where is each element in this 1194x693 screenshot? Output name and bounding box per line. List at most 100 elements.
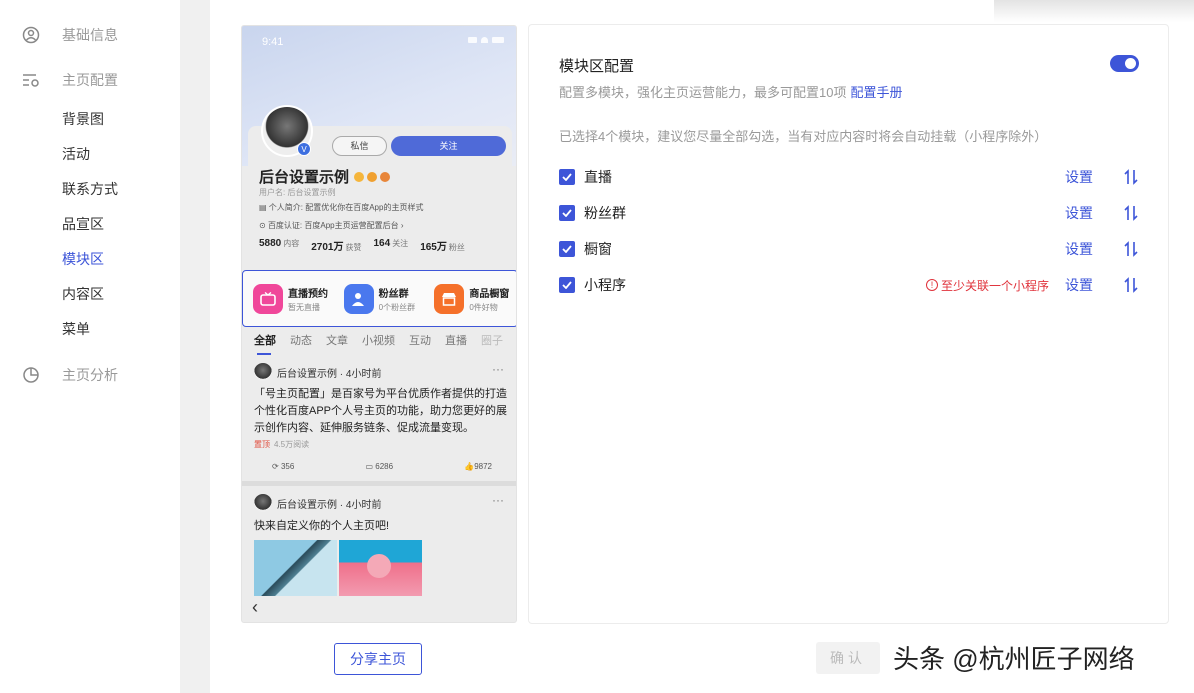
post-author: 后台设置示例 · 4小时前 xyxy=(277,368,382,380)
more-icon[interactable]: ··· xyxy=(492,362,504,376)
chevron-right-icon: › xyxy=(398,221,404,230)
sidebar-item-content[interactable]: 内容区 xyxy=(0,277,180,312)
checkbox[interactable] xyxy=(559,205,575,221)
checkbox[interactable] xyxy=(559,277,575,293)
nav-homepage-config[interactable]: 主页配置 xyxy=(0,57,180,102)
settings-link[interactable]: 设置 xyxy=(1065,239,1093,259)
stat-unit: 内容 xyxy=(283,239,300,248)
post-avatar xyxy=(254,363,272,381)
profile-intro-text: 个人简介: 配置优化你在百度App的主页样式 xyxy=(268,203,424,212)
module-shop[interactable]: 商品橱窗 0件好物 xyxy=(434,283,516,314)
stat-likes: 2701万 获赞 xyxy=(311,238,361,253)
stat-fans: 165万 粉丝 xyxy=(420,238,465,253)
sort-icon[interactable] xyxy=(1123,205,1139,221)
more-icon[interactable]: ··· xyxy=(492,493,504,507)
checkbox[interactable] xyxy=(559,241,575,257)
profile-stats: 5880 内容 2701万 获赞 164 关注 165万 粉丝 xyxy=(259,238,465,253)
sidebar-item-activity[interactable]: 活动 xyxy=(0,137,180,172)
row-label: 粉丝群 xyxy=(584,205,626,221)
panel-description-text: 配置多模块，强化主页运营能力，最多可配置10项 xyxy=(559,85,847,100)
post-divider xyxy=(242,481,516,486)
repost-icon: ⟳ xyxy=(272,462,281,471)
post1-actions: ⟳ 356 ▭ 6286 👍9872 xyxy=(272,462,492,471)
module-subtitle: 暂无直播 xyxy=(288,302,320,312)
share-homepage-button[interactable]: 分享主页 xyxy=(334,643,422,675)
shop-icon xyxy=(434,283,465,314)
module-row-mini-program: 小程序 ! 至少关联一个小程序 设置 xyxy=(559,275,1139,295)
thumb-up-icon: 👍 xyxy=(464,462,475,471)
post1-text: 「号主页配置」是百家号为平台优质作者提供的打造个性化百度APP个人号主页的功能，… xyxy=(254,388,508,434)
settings-link[interactable]: 设置 xyxy=(1065,203,1093,223)
tab-interaction[interactable]: 互动 xyxy=(409,332,431,348)
config-manual-link[interactable]: 配置手册 xyxy=(850,85,902,100)
stat-unit: 获赞 xyxy=(345,243,362,252)
message-button[interactable]: 私信 xyxy=(332,136,387,156)
post-image-detail xyxy=(367,554,391,578)
nav-homepage-analytics[interactable]: 主页分析 xyxy=(0,352,180,397)
follow-button[interactable]: 关注 xyxy=(391,136,506,156)
row-controls: ! 至少关联一个小程序 设置 xyxy=(925,275,1139,295)
sidebar-item-modules[interactable]: 模块区 xyxy=(0,242,180,277)
profile-intro: ▤ 个人简介: 配置优化你在百度App的主页样式 xyxy=(259,202,423,213)
battery-icon xyxy=(492,37,504,43)
post1-header: 后台设置示例 · 4小时前 xyxy=(254,363,381,381)
stat-content: 5880 内容 xyxy=(259,238,299,253)
sidebar-item-brand[interactable]: 品宣区 xyxy=(0,207,180,242)
sort-icon[interactable] xyxy=(1123,241,1139,257)
tab-dynamic[interactable]: 动态 xyxy=(290,332,312,348)
settings-link[interactable]: 设置 xyxy=(1065,167,1093,187)
cert-icon: ⊙ xyxy=(259,221,268,230)
phone-time: 9:41 xyxy=(262,36,284,48)
stat-value: 5880 xyxy=(259,238,282,249)
post2-text: 快来自定义你的个人主页吧! xyxy=(254,520,390,532)
back-arrow-icon[interactable]: ‹ xyxy=(252,597,258,618)
sidebar: 基础信息 主页配置 背景图 活动 联系方式 品宣区 模块区 内容区 菜单 主页分… xyxy=(0,0,180,693)
top-right-shadow xyxy=(994,0,1194,22)
pinned-tag: 置顶 xyxy=(254,440,270,449)
phone-status-icons xyxy=(468,37,504,43)
stat-following: 164 关注 xyxy=(374,238,409,253)
nav-basic-info[interactable]: 基础信息 xyxy=(0,12,180,57)
like-action[interactable]: 👍9872 xyxy=(464,462,492,471)
tab-article[interactable]: 文章 xyxy=(326,332,348,348)
feed-tabs: 全部 动态 文章 小视频 互动 直播 圈子 xyxy=(254,332,503,355)
module-row-live: 直播 设置 xyxy=(559,167,1139,187)
row-controls: 设置 xyxy=(1065,239,1139,259)
row-controls: 设置 xyxy=(1065,167,1139,187)
module-toggle[interactable] xyxy=(1110,55,1139,72)
row-label: 小程序 xyxy=(584,277,626,293)
sidebar-item-background[interactable]: 背景图 xyxy=(0,102,180,137)
module-title: 商品橱窗 xyxy=(469,288,510,300)
tab-live[interactable]: 直播 xyxy=(445,332,467,348)
module-subtitle: 0件好物 xyxy=(469,302,498,312)
checkbox[interactable] xyxy=(559,169,575,185)
sort-icon[interactable] xyxy=(1123,277,1139,293)
stat-unit: 粉丝 xyxy=(448,243,465,252)
stat-value: 164 xyxy=(373,238,391,249)
sort-icon[interactable] xyxy=(1123,169,1139,185)
intro-icon: ▤ xyxy=(259,203,269,212)
tab-all[interactable]: 全部 xyxy=(254,332,276,355)
layout-gutter xyxy=(180,0,210,693)
share-action[interactable]: ⟳ 356 xyxy=(272,462,294,471)
comment-action[interactable]: ▭ 6286 xyxy=(365,462,393,471)
sidebar-item-contact[interactable]: 联系方式 xyxy=(0,172,180,207)
share-count: 356 xyxy=(280,462,295,471)
sidebar-item-menu[interactable]: 菜单 xyxy=(0,312,180,347)
row-label: 直播 xyxy=(584,169,612,185)
confirm-button[interactable]: 确认 xyxy=(816,642,880,674)
module-area-preview[interactable]: 直播预约 暂无直播 粉丝群 0个粉丝群 商品橱窗 0件好物 xyxy=(242,270,516,327)
module-fans-group[interactable]: 粉丝群 0个粉丝群 xyxy=(343,283,427,314)
module-live[interactable]: 直播预约 暂无直播 xyxy=(253,283,336,314)
like-count: 9872 xyxy=(474,462,492,471)
post2-header: 后台设置示例 · 4小时前 xyxy=(254,494,381,512)
tab-circle[interactable]: 圈子 xyxy=(481,332,503,348)
profile-cert-text: 百度认证: 百度App主页运营配置后台 xyxy=(267,221,399,230)
panel-hint: 已选择4个模块，建议您尽量全部勾选，当有对应内容时将会自动挂载（小程序除外） xyxy=(559,129,1048,144)
module-config-panel: 模块区配置 配置多模块，强化主页运营能力，最多可配置10项 配置手册 已选择4个模… xyxy=(528,24,1169,624)
settings-link[interactable]: 设置 xyxy=(1065,275,1093,295)
row-warning: ! 至少关联一个小程序 xyxy=(925,277,1049,294)
row-label: 橱窗 xyxy=(584,241,612,257)
tab-short-video[interactable]: 小视频 xyxy=(362,332,395,348)
wifi-icon xyxy=(481,37,488,43)
